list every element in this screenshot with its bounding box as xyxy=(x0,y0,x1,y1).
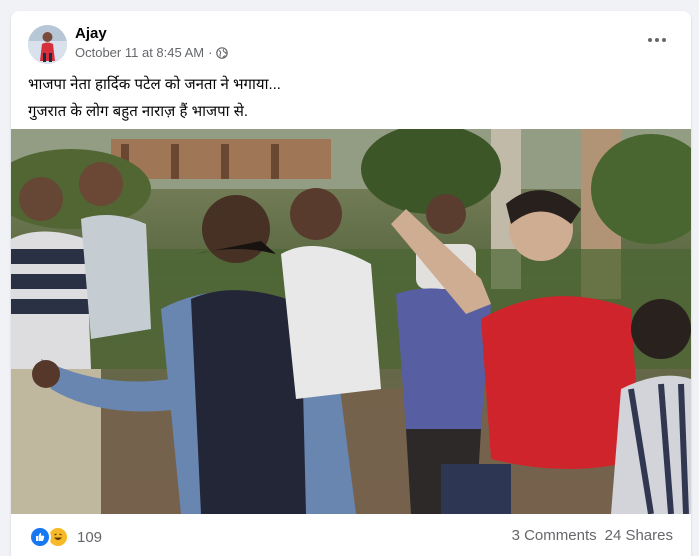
reaction-count: 109 xyxy=(77,528,103,546)
reactions-summary[interactable]: 109 xyxy=(29,526,102,548)
meta-separator: · xyxy=(208,45,213,60)
author-name[interactable]: Ajay xyxy=(75,25,107,42)
more-options-icon[interactable] xyxy=(641,29,673,51)
like-reaction-icon xyxy=(29,526,51,548)
post-meta: October 11 at 8:45 AM · xyxy=(75,45,229,60)
engagement-stats: 3 Comments 24 Shares xyxy=(512,527,673,544)
caption-line-1: भाजपा नेता हार्दिक पटेल को जनता ने भगाया… xyxy=(28,76,281,93)
post-timestamp[interactable]: October 11 at 8:45 AM xyxy=(75,45,204,60)
comments-count[interactable]: 3 Comments xyxy=(512,527,597,544)
globe-icon[interactable] xyxy=(216,46,229,59)
post-header: Ajay October 11 at 8:45 AM · xyxy=(11,11,691,67)
video-frame xyxy=(11,129,691,514)
author-avatar[interactable] xyxy=(28,25,67,64)
post-video[interactable] xyxy=(11,129,691,514)
post-footer: 109 3 Comments 24 Shares xyxy=(11,514,691,556)
caption-line-2: गुजरात के लोग बहुत नाराज़ हैं भाजपा से. xyxy=(28,103,249,120)
post-caption: भाजपा नेता हार्दिक पटेल को जनता ने भगाया… xyxy=(28,71,668,125)
post-card: Ajay October 11 at 8:45 AM · भाजपा नेता … xyxy=(11,11,691,556)
shares-count[interactable]: 24 Shares xyxy=(605,527,673,544)
